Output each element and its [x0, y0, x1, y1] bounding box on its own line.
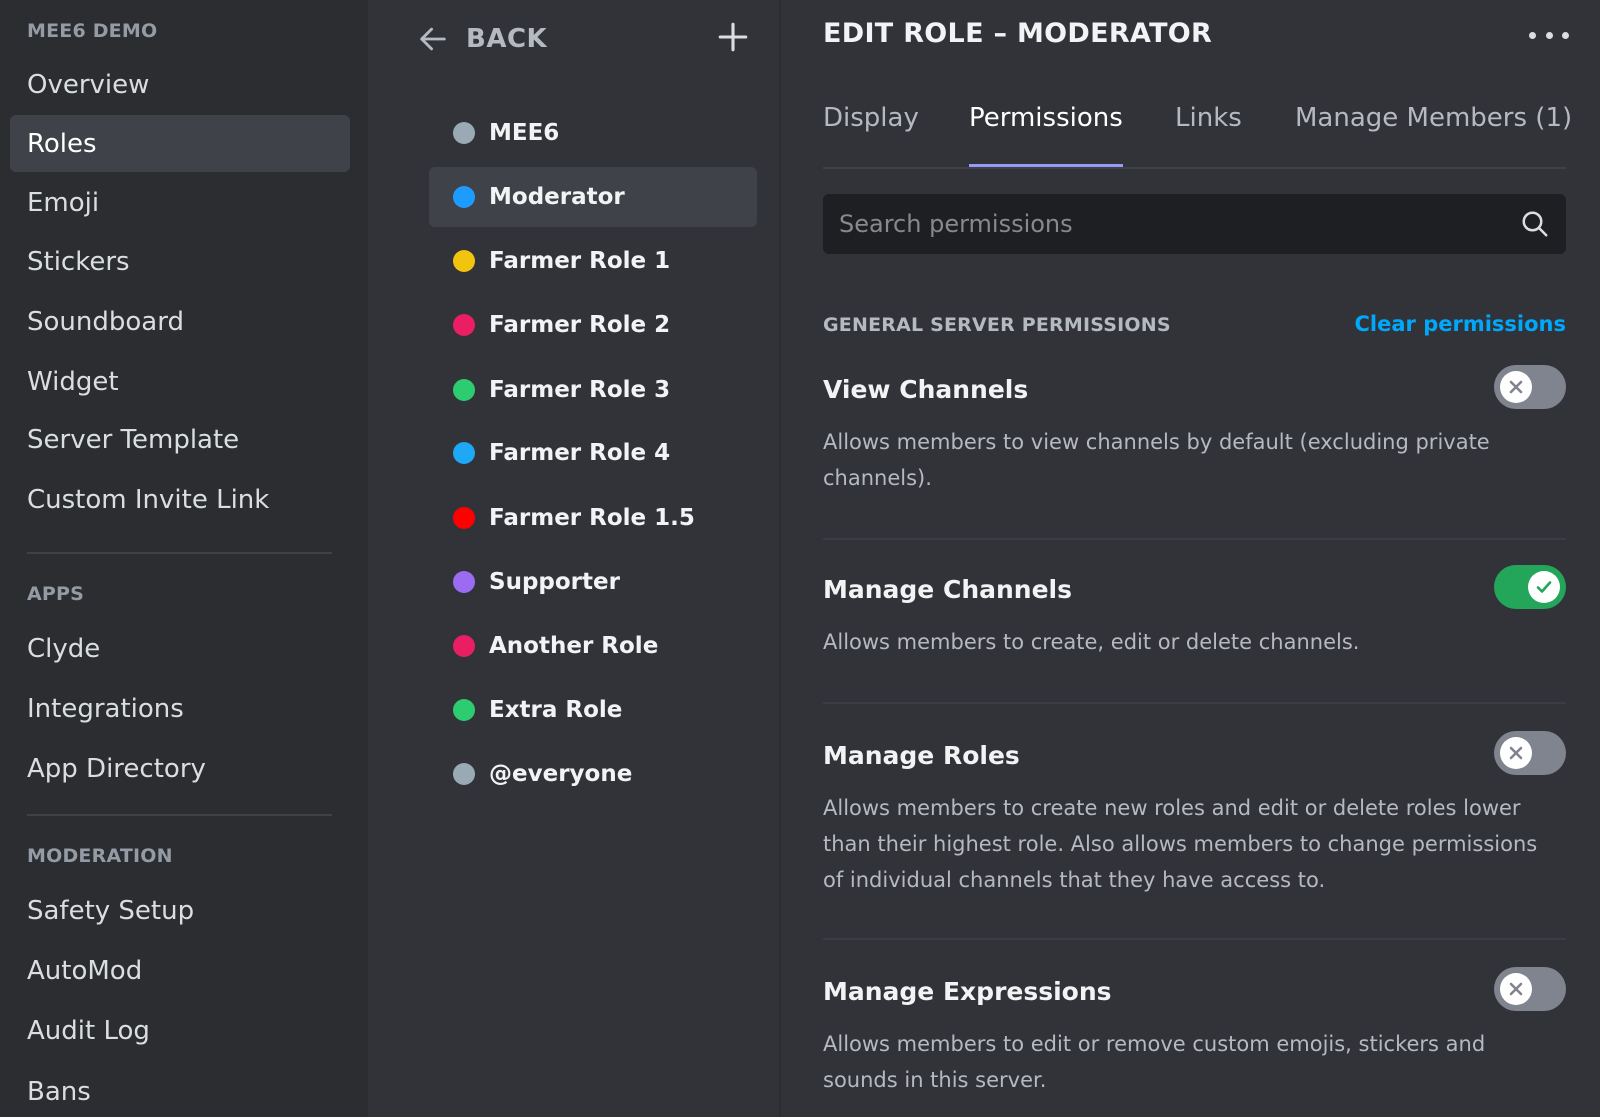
role-name: Supporter	[489, 569, 620, 595]
apps-header: APPS	[27, 583, 85, 605]
back-button[interactable]: BACK	[416, 18, 547, 60]
clear-permissions-link[interactable]: Clear permissions	[1355, 312, 1566, 336]
role-color-dot	[453, 507, 475, 529]
permission-toggle[interactable]	[1494, 967, 1566, 1011]
role-color-dot	[453, 635, 475, 657]
permission-description: Allows members to create new roles and e…	[823, 796, 1538, 892]
permission-toggle[interactable]	[1494, 565, 1566, 609]
permission-row-manage-expressions: Manage Expressions Allows members to edi…	[823, 967, 1566, 1098]
permission-description: Allows members to create, edit or delete…	[823, 630, 1360, 654]
tab-permissions[interactable]: Permissions	[969, 103, 1123, 167]
permission-title: Manage Expressions	[823, 977, 1112, 1006]
role-list-panel: BACK MEE6 Moderator Farmer Role 1 Farmer…	[368, 0, 781, 1117]
toggle-knob	[1500, 371, 1532, 403]
permission-row-manage-roles: Manage Roles Allows members to create ne…	[823, 731, 1566, 898]
role-name: Moderator	[489, 184, 625, 210]
plus-icon[interactable]	[716, 20, 750, 54]
sidebar-divider	[27, 552, 332, 554]
role-item[interactable]: Farmer Role 2	[429, 295, 757, 355]
sidebar-item-server-template[interactable]: Server Template	[10, 411, 350, 468]
role-item[interactable]: Another Role	[429, 616, 757, 676]
page-title: EDIT ROLE – MODERATOR	[823, 18, 1213, 49]
back-label: BACK	[466, 24, 548, 54]
close-icon	[1509, 746, 1523, 760]
arrow-left-icon	[420, 27, 446, 51]
sidebar-item-bans[interactable]: Bans	[10, 1063, 350, 1117]
section-label: GENERAL SERVER PERMISSIONS	[823, 314, 1171, 336]
toggle-knob	[1500, 737, 1532, 769]
role-color-dot	[453, 122, 475, 144]
divider	[823, 702, 1566, 704]
role-name: Farmer Role 1	[489, 248, 671, 274]
close-icon	[1509, 982, 1523, 996]
sidebar-item-overview[interactable]: Overview	[10, 56, 350, 113]
sidebar-item-soundboard[interactable]: Soundboard	[10, 293, 350, 350]
sidebar-item-audit-log[interactable]: Audit Log	[10, 1002, 350, 1059]
sidebar-item-integrations[interactable]: Integrations	[10, 680, 350, 737]
permission-title: View Channels	[823, 375, 1029, 404]
permission-row-view-channels: View Channels Allows members to view cha…	[823, 365, 1566, 496]
sidebar-item-roles[interactable]: Roles	[10, 115, 350, 172]
role-color-dot	[453, 314, 475, 336]
sidebar-item-widget[interactable]: Widget	[10, 353, 350, 410]
role-color-dot	[453, 250, 475, 272]
role-color-dot	[453, 699, 475, 721]
sidebar-item-clyde[interactable]: Clyde	[10, 620, 350, 677]
server-name-header: MEE6 DEMO	[27, 20, 158, 42]
role-item[interactable]: Farmer Role 1.5	[429, 488, 757, 548]
sidebar-item-stickers[interactable]: Stickers	[10, 233, 350, 290]
permission-description: Allows members to view channels by defau…	[823, 430, 1490, 490]
role-name: Extra Role	[489, 697, 623, 723]
close-icon	[1509, 380, 1523, 394]
role-item[interactable]: Extra Role	[429, 680, 757, 740]
toggle-knob	[1528, 571, 1560, 603]
sidebar-item-emoji[interactable]: Emoji	[10, 174, 350, 231]
permission-toggle[interactable]	[1494, 365, 1566, 409]
toggle-knob	[1500, 973, 1532, 1005]
settings-sidebar: MEE6 DEMO Overview Roles Emoji Stickers …	[0, 0, 368, 1117]
role-name: @everyone	[489, 761, 633, 787]
role-color-dot	[453, 379, 475, 401]
role-color-dot	[453, 763, 475, 785]
role-item[interactable]: Farmer Role 4	[429, 423, 757, 483]
moderation-header: MODERATION	[27, 845, 173, 867]
sidebar-item-app-directory[interactable]: App Directory	[10, 740, 350, 797]
role-item-selected[interactable]: Moderator	[429, 167, 757, 227]
role-item[interactable]: Farmer Role 1	[429, 231, 757, 291]
divider	[823, 538, 1566, 540]
permission-title: Manage Roles	[823, 741, 1020, 770]
tab-bar: Display Permissions Links Manage Members…	[823, 95, 1572, 169]
more-horizontal-icon[interactable]	[1529, 22, 1569, 48]
check-icon	[1536, 581, 1552, 593]
permission-title: Manage Channels	[823, 575, 1072, 604]
edit-role-panel: EDIT ROLE – MODERATOR Display Permission…	[783, 0, 1600, 1117]
divider	[823, 938, 1566, 940]
role-name: Farmer Role 3	[489, 377, 671, 403]
search-icon[interactable]	[1520, 209, 1550, 239]
role-item[interactable]: Supporter	[429, 552, 757, 612]
tab-links[interactable]: Links	[1175, 103, 1242, 167]
tab-manage-members[interactable]: Manage Members (1)	[1295, 103, 1572, 167]
role-name: MEE6	[489, 120, 560, 146]
sidebar-item-safety-setup[interactable]: Safety Setup	[10, 882, 350, 939]
role-name: Farmer Role 1.5	[489, 505, 695, 531]
search-bar	[823, 194, 1566, 254]
role-color-dot	[453, 186, 475, 208]
role-color-dot	[453, 571, 475, 593]
sidebar-item-custom-invite-link[interactable]: Custom Invite Link	[10, 471, 350, 528]
role-color-dot	[453, 442, 475, 464]
role-name: Another Role	[489, 633, 659, 659]
permission-description: Allows members to edit or remove custom …	[823, 1032, 1486, 1092]
role-item[interactable]: MEE6	[429, 103, 757, 163]
sidebar-item-automod[interactable]: AutoMod	[10, 942, 350, 999]
permission-row-manage-channels: Manage Channels Allows members to create…	[823, 565, 1566, 660]
sidebar-divider	[27, 814, 332, 816]
permission-toggle[interactable]	[1494, 731, 1566, 775]
search-input[interactable]	[839, 210, 1520, 238]
role-item[interactable]: Farmer Role 3	[429, 360, 757, 420]
tab-display[interactable]: Display	[823, 103, 919, 167]
role-item[interactable]: @everyone	[429, 744, 757, 804]
role-name: Farmer Role 4	[489, 440, 671, 466]
role-name: Farmer Role 2	[489, 312, 671, 338]
